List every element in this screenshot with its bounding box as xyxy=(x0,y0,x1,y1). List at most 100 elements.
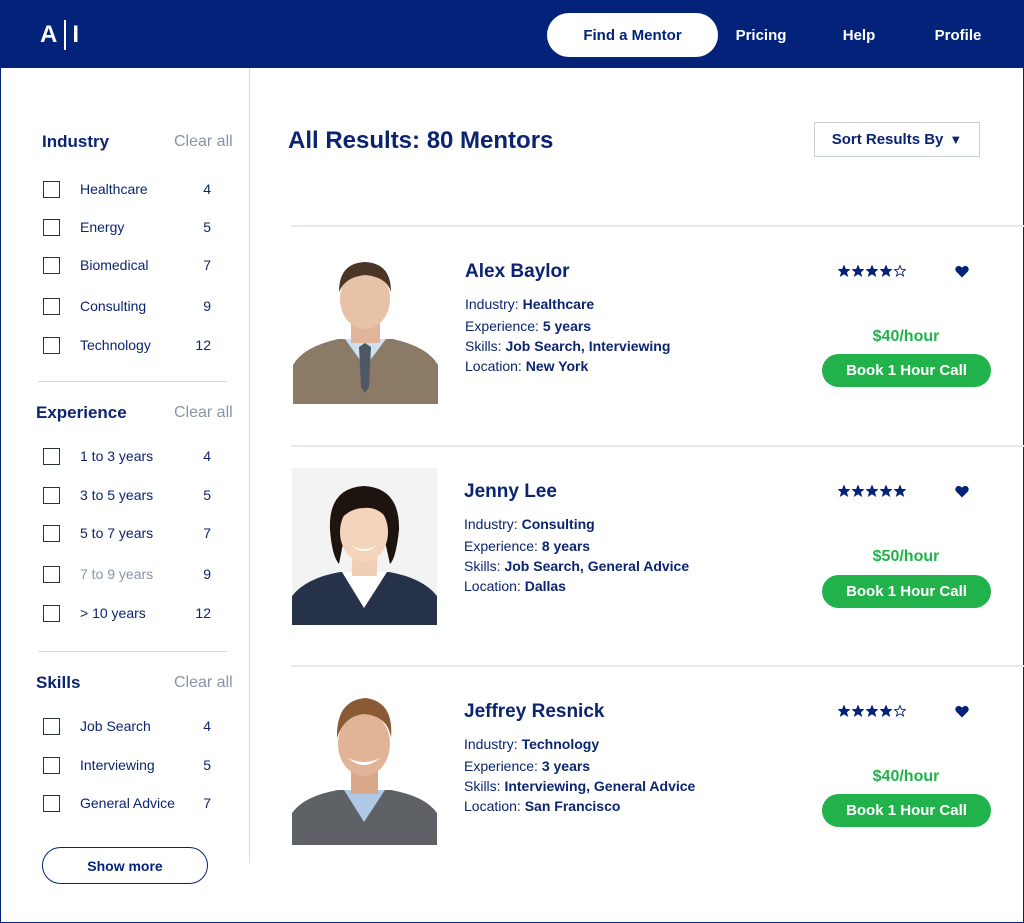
mentor-skills: Skills: Interviewing, General Advice xyxy=(464,778,695,794)
mentor-industry: Industry: Consulting xyxy=(464,516,595,532)
nav-pricing[interactable]: Pricing xyxy=(730,13,792,57)
filter-count: 4 xyxy=(203,718,211,734)
filter-count: 9 xyxy=(203,566,211,582)
filter-item-biomedical[interactable]: Biomedical 7 xyxy=(43,255,223,275)
woman-in-blazer-portrait-icon xyxy=(292,468,437,625)
filter-label: 5 to 7 years xyxy=(80,525,154,541)
book-call-button[interactable]: Book 1 Hour Call xyxy=(822,354,991,387)
mentor-name[interactable]: Jeffrey Resnick xyxy=(464,701,604,723)
industry-filter-title: Industry xyxy=(42,132,110,151)
star-filled-icon xyxy=(838,705,850,717)
nav-help[interactable]: Help xyxy=(836,13,882,57)
checkbox[interactable] xyxy=(43,565,60,583)
checkbox[interactable] xyxy=(43,794,60,812)
skills-value: Interviewing, General Advice xyxy=(504,778,696,794)
checkbox[interactable] xyxy=(43,447,60,465)
star-rating xyxy=(838,705,906,717)
skills-label: Skills: xyxy=(464,558,505,574)
top-navigation-bar: A I Find a Mentor Pricing Help Profile xyxy=(0,0,1024,68)
experience-value: 5 years xyxy=(542,318,592,334)
caret-down-icon: ▼ xyxy=(949,132,963,147)
star-filled-icon xyxy=(880,485,892,497)
skills-filter-title: Skills xyxy=(36,673,81,692)
filter-item-energy[interactable]: Energy 5 xyxy=(43,217,223,237)
filter-item-3-to-5-years[interactable]: 3 to 5 years 5 xyxy=(43,485,223,505)
experience-clear-all-link[interactable]: Clear all xyxy=(174,404,233,422)
mentor-price: $40/hour xyxy=(872,768,940,785)
nav-find-a-mentor[interactable]: Find a Mentor xyxy=(547,13,718,57)
location-value: San Francisco xyxy=(524,798,621,814)
mentor-skills: Skills: Job Search, Interviewing xyxy=(465,338,670,354)
app-logo[interactable]: A I xyxy=(40,20,80,50)
industry-value: Healthcare xyxy=(522,296,595,312)
mentor-experience: Experience: 8 years xyxy=(464,538,590,554)
industry-label: Industry: xyxy=(465,296,523,312)
checkbox[interactable] xyxy=(43,486,60,504)
star-filled-icon xyxy=(866,705,878,717)
checkbox[interactable] xyxy=(43,256,60,274)
sidebar-divider xyxy=(249,68,250,863)
industry-clear-all-link[interactable]: Clear all xyxy=(174,133,233,151)
filter-label: Healthcare xyxy=(80,181,148,197)
star-filled-icon xyxy=(852,705,864,717)
filter-count: 4 xyxy=(203,181,211,197)
skills-label: Skills: xyxy=(465,338,506,354)
filter-label: 7 to 9 years xyxy=(80,566,154,582)
star-filled-icon xyxy=(880,705,892,717)
experience-label: Experience: xyxy=(464,758,542,774)
filter-item-technology[interactable]: Technology 12 xyxy=(43,335,223,355)
checkbox[interactable] xyxy=(43,336,60,354)
mentor-industry: Industry: Technology xyxy=(464,736,599,752)
sort-results-dropdown[interactable]: Sort Results By ▼ xyxy=(814,122,980,157)
filter-item-consulting[interactable]: Consulting 9 xyxy=(43,296,223,316)
checkbox[interactable] xyxy=(43,717,60,735)
checkbox[interactable] xyxy=(43,756,60,774)
filter-count: 9 xyxy=(203,298,211,314)
man-in-suit-portrait-icon xyxy=(293,247,438,404)
mentor-location: Location: San Francisco xyxy=(464,798,620,814)
show-more-button[interactable]: Show more xyxy=(42,847,208,884)
filter-item-10-plus-years[interactable]: > 10 years 12 xyxy=(43,603,223,623)
experience-label: Experience: xyxy=(464,538,542,554)
filter-item-1-to-3-years[interactable]: 1 to 3 years 4 xyxy=(43,446,223,466)
filter-item-5-to-7-years[interactable]: 5 to 7 years 7 xyxy=(43,523,223,543)
filter-item-7-to-9-years[interactable]: 7 to 9 years 9 xyxy=(43,564,223,584)
book-call-button[interactable]: Book 1 Hour Call xyxy=(822,575,991,608)
star-filled-icon xyxy=(838,265,850,277)
heart-icon[interactable] xyxy=(955,265,969,278)
star-filled-icon xyxy=(852,265,864,277)
industry-label: Industry: xyxy=(464,516,522,532)
heart-icon[interactable] xyxy=(955,485,969,498)
heart-icon[interactable] xyxy=(955,705,969,718)
mentor-name[interactable]: Alex Baylor xyxy=(465,261,570,283)
mentor-name[interactable]: Jenny Lee xyxy=(464,481,557,503)
location-value: New York xyxy=(525,358,589,374)
mentor-experience: Experience: 3 years xyxy=(464,758,590,774)
industry-label: Industry: xyxy=(464,736,522,752)
filter-count: 12 xyxy=(195,605,211,621)
star-filled-icon xyxy=(866,485,878,497)
sidebar-section-divider xyxy=(38,381,227,382)
location-label: Location: xyxy=(464,798,525,814)
location-value: Dallas xyxy=(524,578,566,594)
filter-item-healthcare[interactable]: Healthcare 4 xyxy=(43,179,223,199)
book-call-button[interactable]: Book 1 Hour Call xyxy=(822,794,991,827)
filter-item-interviewing[interactable]: Interviewing 5 xyxy=(43,755,223,775)
checkbox[interactable] xyxy=(43,218,60,236)
filter-item-job-search[interactable]: Job Search 4 xyxy=(43,716,223,736)
filter-count: 7 xyxy=(203,525,211,541)
experience-value: 3 years xyxy=(541,758,591,774)
checkbox[interactable] xyxy=(43,180,60,198)
card-divider xyxy=(291,665,1024,667)
skills-value: Job Search, Interviewing xyxy=(505,338,671,354)
star-outline-icon xyxy=(894,705,906,717)
nav-profile[interactable]: Profile xyxy=(928,13,988,57)
checkbox[interactable] xyxy=(43,297,60,315)
man-in-blazer-portrait-icon xyxy=(292,688,437,845)
checkbox[interactable] xyxy=(43,524,60,542)
skills-clear-all-link[interactable]: Clear all xyxy=(174,674,233,692)
checkbox[interactable] xyxy=(43,604,60,622)
filter-item-general-advice[interactable]: General Advice 7 xyxy=(43,793,223,813)
star-rating xyxy=(838,485,906,497)
skills-value: Job Search, General Advice xyxy=(504,558,690,574)
